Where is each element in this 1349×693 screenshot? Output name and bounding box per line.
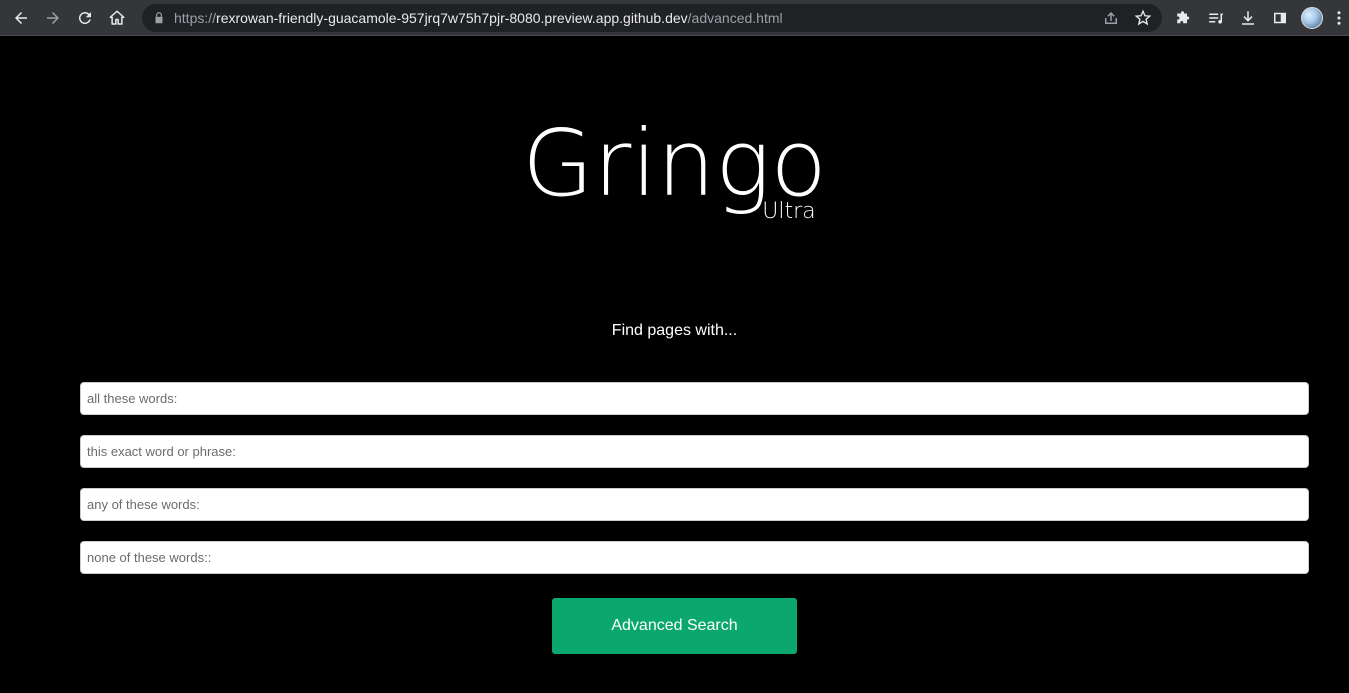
avatar[interactable] <box>1301 7 1323 29</box>
reading-list-icon[interactable] <box>1204 6 1228 30</box>
forward-icon[interactable] <box>41 6 65 30</box>
extensions-icon[interactable] <box>1172 6 1196 30</box>
url-text: https://rexrowan-friendly-guacamole-957j… <box>174 10 783 26</box>
page-content: Gringo Ultra Find pages with... Advanced… <box>0 37 1349 693</box>
url-path: /advanced.html <box>687 10 783 26</box>
download-icon[interactable] <box>1236 6 1260 30</box>
exact-phrase-input[interactable] <box>80 435 1309 468</box>
url-host: rexrowan-friendly-guacamole-957jrq7w75h7… <box>216 10 688 26</box>
home-icon[interactable] <box>105 6 129 30</box>
browser-toolbar: https://rexrowan-friendly-guacamole-957j… <box>0 0 1349 36</box>
logo-subtitle: Ultra <box>762 199 816 224</box>
lock-icon[interactable] <box>152 11 166 25</box>
back-icon[interactable] <box>9 6 33 30</box>
url-scheme: https:// <box>174 10 217 26</box>
any-words-input[interactable] <box>80 488 1309 521</box>
address-bar[interactable]: https://rexrowan-friendly-guacamole-957j… <box>142 4 1162 32</box>
reload-icon[interactable] <box>73 6 97 30</box>
none-words-input[interactable] <box>80 541 1309 574</box>
tagline: Find pages with... <box>611 322 738 339</box>
menu-icon[interactable] <box>1332 6 1346 30</box>
star-icon[interactable] <box>1134 9 1152 27</box>
logo-wrap: Gringo Ultra <box>522 109 826 224</box>
share-icon[interactable] <box>1102 9 1120 27</box>
side-panel-icon[interactable] <box>1268 6 1292 30</box>
all-words-input[interactable] <box>80 382 1309 415</box>
advanced-search-button[interactable]: Advanced Search <box>552 598 797 654</box>
logo: Gringo Ultra <box>0 109 1349 224</box>
